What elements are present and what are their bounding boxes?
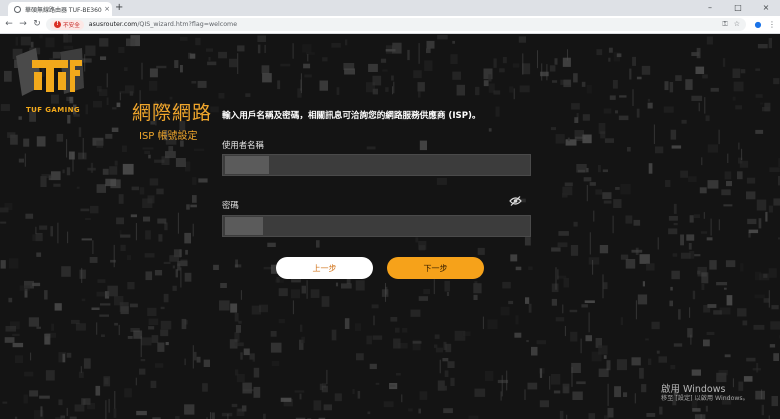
address-bar[interactable]: ! 不安全 asusrouter.com/QIS_wizard.htm?flag… [46, 18, 746, 31]
key-icon[interactable]: ⚿ [722, 18, 727, 31]
menu-button[interactable]: ⋮ [766, 18, 778, 31]
next-button[interactable]: 下一步 [387, 257, 484, 279]
password-redaction [225, 217, 263, 235]
security-chip[interactable]: ! 不安全 [50, 19, 84, 30]
browser-tab[interactable]: 華碩無線路由器 TUF-BE3600 ... × [8, 2, 112, 16]
password-label: 密碼 [222, 200, 239, 210]
maximize-button[interactable]: □ [724, 0, 752, 16]
password-input[interactable] [222, 215, 531, 237]
url-host: asusrouter.com [88, 21, 138, 28]
profile-icon[interactable]: ● [752, 18, 764, 31]
instruction-text: 輸入用戶名稱及密碼，相關訊息可洽詢您的網路服務供應商 (ISP)。 [222, 111, 481, 121]
tuf-gaming-logo [16, 48, 84, 96]
globe-icon [14, 5, 21, 13]
security-label: 不安全 [63, 22, 80, 29]
back-button[interactable]: ← [3, 18, 15, 31]
tab-close-button[interactable]: × [102, 5, 112, 13]
eye-slash-icon[interactable] [509, 196, 522, 206]
warning-icon: ! [54, 21, 61, 28]
window-close-button[interactable]: × [752, 0, 780, 16]
activation-watermark-text: 移至 [設定] 以啟用 Windows。 [661, 395, 749, 402]
minimize-button[interactable]: – [696, 0, 724, 16]
forward-button[interactable]: → [17, 18, 29, 31]
new-tab-button[interactable]: + [115, 2, 123, 14]
page-subtitle: ISP 帳號設定 [139, 131, 198, 142]
username-redaction [225, 156, 269, 174]
url-text: asusrouter.com/QIS_wizard.htm?flag=welco… [89, 21, 237, 28]
page-title: 網際網路 [132, 102, 213, 124]
brand-wordmark: TUF GAMING [25, 106, 80, 114]
tab-title: 華碩無線路由器 TUF-BE3600 ... [25, 6, 102, 14]
router-wizard-page: TUF GAMING 網際網路 ISP 帳號設定 輸入用戶名稱及密碼，相關訊息可… [0, 34, 780, 419]
browser-toolbar: ← → ↻ ! 不安全 asusrouter.com/QIS_wizard.ht… [0, 16, 780, 34]
url-path: /QIS_wizard.htm?flag=welcome [137, 21, 238, 28]
browser-tab-bar: 華碩無線路由器 TUF-BE3600 ... × + – □ × [0, 0, 780, 16]
previous-button[interactable]: 上一步 [276, 257, 373, 279]
bookmark-star-icon[interactable]: ☆ [734, 18, 740, 31]
reload-button[interactable]: ↻ [31, 18, 43, 31]
username-label: 使用者名稱 [222, 140, 264, 150]
